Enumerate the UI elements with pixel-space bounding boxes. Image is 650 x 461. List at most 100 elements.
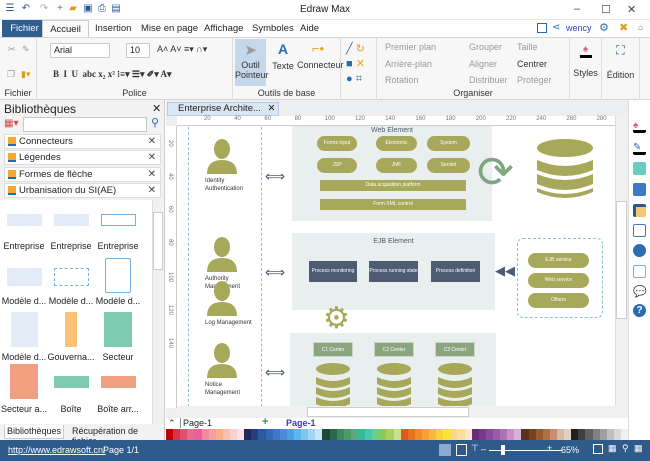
- shadow-icon[interactable]: [633, 162, 646, 175]
- group-button[interactable]: Grouper: [469, 42, 502, 52]
- pointer-tool-button[interactable]: ➤ Outil Pointeur: [235, 39, 269, 86]
- distribute-button[interactable]: Distribuer: [469, 75, 508, 85]
- pill[interactable]: System: [427, 136, 470, 151]
- tab-fichier[interactable]: Fichier: [2, 20, 47, 37]
- shape-item[interactable]: Entreprise: [0, 214, 48, 251]
- tab-aide[interactable]: Aide: [295, 20, 324, 37]
- close-button[interactable]: ✕: [627, 3, 636, 16]
- shape-item[interactable]: Boîte: [47, 364, 95, 414]
- shape-item[interactable]: Secteur a...: [0, 364, 48, 414]
- color-swatch[interactable]: [571, 429, 579, 440]
- service-pill[interactable]: Web service: [528, 273, 589, 288]
- bar[interactable]: Form XML control: [320, 199, 466, 210]
- zoom-slider-thumb[interactable]: [501, 445, 506, 455]
- color-swatch[interactable]: [606, 429, 614, 440]
- grow-font-icon[interactable]: A˄ A˅ ≡▾ ∩▾: [157, 44, 207, 55]
- color-swatch[interactable]: [329, 429, 337, 440]
- format-buttons[interactable]: B I U abc x₂ x² ⁝≡▾ ☰▾ ✐▾ A▾: [53, 69, 172, 80]
- color-swatch[interactable]: [464, 429, 472, 440]
- color-swatch[interactable]: [421, 429, 430, 440]
- color-swatch[interactable]: [450, 429, 458, 440]
- color-swatch[interactable]: [429, 429, 437, 440]
- color-swatch[interactable]: [308, 429, 316, 440]
- maximize-button[interactable]: ☐: [601, 3, 611, 16]
- color-swatch[interactable]: [322, 429, 330, 440]
- color-swatch[interactable]: [251, 429, 259, 440]
- note-icon[interactable]: [633, 265, 646, 278]
- pill[interactable]: Electronic: [376, 136, 417, 151]
- zoom-icon[interactable]: ⚲: [622, 443, 629, 454]
- library-scrollbar[interactable]: [152, 200, 163, 424]
- color-swatch[interactable]: [400, 429, 408, 440]
- color-swatch[interactable]: [521, 429, 529, 440]
- color-swatch[interactable]: [613, 429, 621, 440]
- connector-tool-button[interactable]: ⌐• Connecteur: [297, 41, 344, 70]
- color-swatch[interactable]: [315, 429, 323, 440]
- color-swatch[interactable]: [357, 429, 366, 440]
- library-close-button[interactable]: ✕: [152, 102, 161, 115]
- zoom-in-button[interactable]: +: [547, 443, 552, 453]
- color-swatch[interactable]: [180, 429, 188, 440]
- bring-front-button[interactable]: Premier plan: [385, 42, 436, 52]
- scroll-thumb[interactable]: [616, 201, 627, 319]
- shape-item[interactable]: Boîte arr...: [94, 364, 142, 414]
- color-swatch[interactable]: [187, 429, 195, 440]
- add-page-button[interactable]: +: [262, 416, 268, 428]
- normal-view-icon[interactable]: [439, 444, 451, 456]
- center-box[interactable]: C1 Center: [313, 342, 353, 357]
- color-swatch[interactable]: [173, 429, 181, 440]
- drawing-canvas[interactable]: Identity AuthenticationAuthority Managem…: [177, 126, 615, 406]
- color-swatch[interactable]: [514, 429, 522, 440]
- tab-insertion[interactable]: Insertion: [90, 20, 136, 37]
- actor[interactable]: Notice Management: [205, 342, 255, 397]
- shape-item[interactable]: Entreprise: [94, 214, 142, 251]
- color-swatch[interactable]: [166, 429, 174, 440]
- ejb-element-panel[interactable]: EJB Element Process monitoring Process r…: [292, 233, 495, 310]
- color-swatch[interactable]: [393, 429, 401, 440]
- close-icon[interactable]: ✕: [148, 135, 156, 148]
- close-tab-icon[interactable]: ✕: [268, 103, 276, 114]
- library-menu-icon[interactable]: ▦▾: [4, 118, 18, 129]
- color-swatch[interactable]: [386, 429, 394, 440]
- paste-icon[interactable]: ▮▾: [21, 69, 30, 80]
- tab-affichage[interactable]: Affichage: [199, 20, 248, 37]
- page-select[interactable]: Page-1: [180, 418, 242, 428]
- color-swatch[interactable]: [215, 429, 223, 440]
- shape-item[interactable]: Secteur: [94, 312, 142, 362]
- grid-icon[interactable]: ▦: [634, 443, 643, 454]
- page-nav-icon[interactable]: ⌃: [168, 418, 176, 429]
- color-swatch[interactable]: [478, 429, 486, 440]
- layers-icon[interactable]: [633, 204, 646, 217]
- category-formes-de-fleche[interactable]: Formes de flèche ✕: [4, 167, 161, 182]
- color-swatch[interactable]: [229, 429, 238, 440]
- color-swatch[interactable]: [585, 429, 593, 440]
- help-icon[interactable]: ?: [633, 304, 646, 317]
- document-tab[interactable]: Enterprise Archite... ✕: [167, 102, 279, 116]
- settings-icon[interactable]: ⚙: [599, 21, 609, 34]
- color-swatch[interactable]: [379, 429, 387, 440]
- color-swatch[interactable]: [350, 429, 358, 440]
- tab-symboles[interactable]: Symboles: [247, 20, 299, 37]
- color-swatch[interactable]: [336, 429, 344, 440]
- shape-tools[interactable]: ╱ ↻ ■ ✕ ● ⌗: [346, 42, 365, 87]
- vertical-scrollbar[interactable]: [615, 116, 627, 406]
- presentation-icon[interactable]: ⊤: [471, 443, 479, 454]
- color-swatch[interactable]: [414, 429, 422, 440]
- pill[interactable]: JMF: [376, 158, 417, 173]
- actor[interactable]: Log Management: [205, 280, 255, 327]
- shape-item[interactable]: Entreprise: [47, 214, 95, 251]
- process-box[interactable]: Process running state: [369, 261, 418, 282]
- color-swatch[interactable]: [443, 429, 451, 440]
- color-swatch[interactable]: [557, 429, 565, 440]
- web-element-panel[interactable]: Web Element Forms input Electronic Syste…: [292, 126, 492, 221]
- color-swatch[interactable]: [528, 429, 536, 440]
- font-family-select[interactable]: Arial: [50, 43, 110, 58]
- comment-icon[interactable]: 💬: [633, 285, 647, 298]
- category-legendes[interactable]: Légendes ✕: [4, 150, 161, 165]
- color-swatch[interactable]: [578, 429, 586, 440]
- protect-button[interactable]: Protéger: [517, 75, 552, 85]
- color-swatch[interactable]: [457, 429, 465, 440]
- color-swatch[interactable]: [500, 429, 508, 440]
- pill[interactable]: Servlet: [427, 158, 470, 173]
- zoom-out-button[interactable]: –: [481, 444, 486, 454]
